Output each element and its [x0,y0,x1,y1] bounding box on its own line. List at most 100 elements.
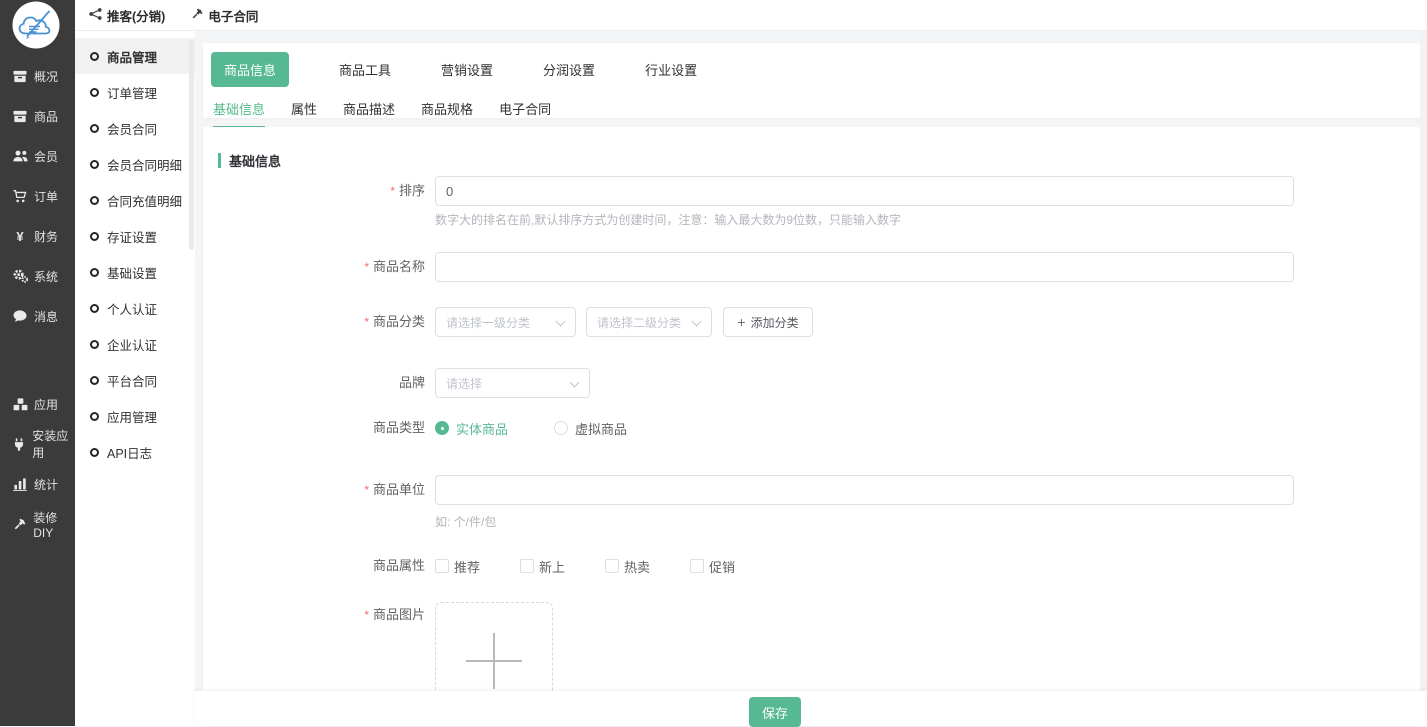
app-window: 概况 商品 会员 订单 ¥ 财务 [0,0,1427,726]
page-scrollbar-track[interactable] [1420,0,1427,726]
product-image-label: 商品图片 [203,607,425,623]
tab-industry-settings[interactable]: 行业设置 [645,60,697,79]
submenu-item-label: 会员合同明细 [107,155,182,174]
circle-icon [90,124,99,133]
subtab-basic-info[interactable]: 基础信息 [213,94,265,128]
sidebar-item-apps[interactable]: 应用 [0,384,75,424]
checkbox-option-new[interactable]: 新上 [539,557,565,576]
submenu-item-app-management[interactable]: 应用管理 [75,398,195,434]
topnav-tuike-distribution[interactable]: 推客(分销) [89,6,165,25]
subtab-e-contract[interactable]: 电子合同 [499,94,551,128]
sidebar-item-label: 安装应用 [32,427,75,461]
checkbox-icon[interactable] [435,559,449,573]
submenu-item-evidence-settings[interactable]: 存证设置 [75,218,195,254]
submenu-item-personal-auth[interactable]: 个人认证 [75,290,195,326]
submenu-item-member-contract-detail[interactable]: 会员合同明细 [75,146,195,182]
product-type-label: 商品类型 [203,420,425,436]
sidebar-item-overview[interactable]: 概况 [0,56,75,96]
submenu-item-label: 订单管理 [107,83,157,102]
checkbox-option-promo[interactable]: 促销 [709,557,735,576]
archive-box-icon [12,70,28,83]
category-level2-select[interactable]: 请选择二级分类 [586,307,712,337]
sidebar-item-label: 装修DIY [33,509,75,540]
tab-marketing-settings[interactable]: 营销设置 [441,60,493,79]
circle-icon [90,304,99,313]
secondary-sidebar: 商品管理 订单管理 会员合同 会员合同明细 合同充值明细 存证设置 基础设置 个… [75,31,195,726]
submenu-item-member-contract[interactable]: 会员合同 [75,110,195,146]
submenu-item-order-management[interactable]: 订单管理 [75,74,195,110]
select-placeholder: 请选择 [446,375,482,392]
tabs-panel: 商品信息 商品工具 营销设置 分润设置 行业设置 基础信息 属性 商品描述 商品… [203,43,1420,118]
tab-product-info[interactable]: 商品信息 [211,52,289,87]
unit-label: 商品单位 [203,475,425,505]
submenu-scrollbar[interactable] [189,40,194,250]
checkbox-option-recommend[interactable]: 推荐 [454,557,480,576]
submenu-item-contract-recharge-detail[interactable]: 合同充值明细 [75,182,195,218]
submenu-item-api-log[interactable]: API日志 [75,434,195,470]
brand-select[interactable]: 请选择 [435,368,590,398]
select-placeholder: 请选择二级分类 [597,314,681,331]
radio-option-virtual[interactable]: 虚拟商品 [575,419,627,438]
submenu-item-basic-settings[interactable]: 基础设置 [75,254,195,290]
sidebar-item-goods[interactable]: 商品 [0,96,75,136]
circle-icon [90,268,99,277]
comment-icon [12,310,28,323]
tab-product-tools[interactable]: 商品工具 [339,60,391,79]
sidebar-item-install-apps[interactable]: 安装应用 [0,424,75,464]
sort-input[interactable] [435,176,1294,206]
subtab-product-description[interactable]: 商品描述 [343,94,395,128]
circle-icon [90,88,99,97]
tab-profit-share-settings[interactable]: 分润设置 [543,60,595,79]
basic-info-form: 基础信息 排序 数字大的排名在前,默认排序方式为创建时间，注意：输入最大数为9位… [203,127,1420,726]
sidebar-item-finance[interactable]: ¥ 财务 [0,216,75,256]
submenu-item-label: API日志 [107,443,152,462]
cubes-icon [12,398,28,411]
topnav-e-contract[interactable]: 电子合同 [191,6,258,25]
section-title: 基础信息 [229,151,281,170]
sidebar-item-messages[interactable]: 消息 [0,296,75,336]
circle-icon [90,52,99,61]
subtab-product-spec[interactable]: 商品规格 [421,94,473,128]
checkbox-icon[interactable] [520,559,534,573]
circle-icon [90,232,99,241]
gears-icon [12,269,28,283]
radio-option-physical[interactable]: 实体商品 [456,419,508,438]
select-placeholder: 请选择一级分类 [446,314,530,331]
category-level1-select[interactable]: 请选择一级分类 [435,307,576,337]
checkbox-icon[interactable] [605,559,619,573]
sidebar-item-statistics[interactable]: 统计 [0,464,75,504]
sidebar-item-system[interactable]: 系统 [0,256,75,296]
circle-icon [90,376,99,385]
sidebar-item-members[interactable]: 会员 [0,136,75,176]
sort-help-text: 数字大的排名在前,默认排序方式为创建时间，注意：输入最大数为9位数，只能输入数字 [435,211,901,228]
main-tabs: 商品信息 商品工具 营销设置 分润设置 行业设置 [203,43,1420,87]
product-name-input[interactable] [435,252,1294,282]
submenu-item-label: 会员合同 [107,119,157,138]
submenu-item-label: 基础设置 [107,263,157,282]
radio-unchecked-icon[interactable] [554,421,568,435]
unit-help-text: 如: 个/件/包 [435,513,496,530]
unit-input[interactable] [435,475,1294,505]
sidebar-item-decorate-diy[interactable]: 装修DIY [0,504,75,544]
checkbox-option-hot[interactable]: 热卖 [624,557,650,576]
circle-icon [90,340,99,349]
plug-icon [12,438,26,451]
sidebar-item-label: 消息 [34,308,58,325]
submenu-item-platform-contract[interactable]: 平台合同 [75,362,195,398]
circle-icon [90,448,99,457]
sidebar-item-label: 概况 [34,68,58,85]
gavel-icon [12,518,27,531]
checkbox-icon[interactable] [690,559,704,573]
submenu-item-enterprise-auth[interactable]: 企业认证 [75,326,195,362]
radio-checked-icon[interactable] [435,421,449,435]
app-logo[interactable] [12,1,60,49]
users-icon [12,150,28,162]
form-footer: 保存 [195,691,1427,726]
save-button[interactable]: 保存 [749,697,801,727]
submenu-item-product-management[interactable]: 商品管理 [75,38,195,74]
add-category-button[interactable]: + 添加分类 [723,307,813,337]
add-category-label: 添加分类 [751,314,799,331]
subtab-attributes[interactable]: 属性 [291,94,317,128]
circle-icon [90,196,99,205]
sidebar-item-orders[interactable]: 订单 [0,176,75,216]
